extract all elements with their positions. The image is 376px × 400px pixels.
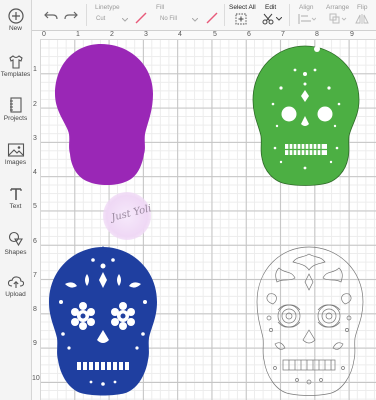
sidebar-label-new: New [8,25,22,32]
outline-skull-shape[interactable] [255,244,367,400]
chevron-down-icon[interactable] [276,17,282,21]
horizontal-ruler: 0 1 2 3 4 5 6 7 8 9 [32,31,376,40]
ruler-tick-label: 4 [178,31,182,38]
sidebar-label-upload: Upload [5,291,26,298]
linetype-value: Cut [96,16,106,22]
fill-select[interactable]: No Fill [160,14,202,24]
toolbar-separator [289,4,290,26]
shapes-icon [8,231,23,247]
ruler-tick-label: 6 [33,238,37,245]
green-skull-shape[interactable] [251,44,363,194]
ruler-tick-label: 2 [33,101,37,108]
ruler-tick-label: 8 [33,306,37,313]
linetype-select[interactable]: Cut [94,14,130,24]
sidebar-item-images[interactable]: Images [0,142,31,166]
fill-label: Fill [156,4,165,11]
blue-skull-shape[interactable] [47,244,161,400]
toolbar-separator [86,4,87,26]
cloud-upload-icon [7,276,24,288]
design-canvas[interactable]: Just Yoli [41,40,376,400]
ruler-tick-label: 0 [42,31,46,38]
edit-label: Edit [265,4,277,11]
text-T-icon [9,188,22,200]
sidebar-label-text: Text [9,203,22,210]
sidebar-item-shapes[interactable]: Shapes [0,230,31,256]
ruler-tick-label: 3 [144,31,148,38]
plus-circle-icon [7,8,24,24]
ruler-tick-label: 2 [110,31,114,38]
ruler-tick-label: 10 [32,375,40,382]
sidebar-item-upload[interactable]: Upload [0,274,31,298]
fill-value: No Fill [160,16,178,22]
ruler-tick-label: 5 [33,203,37,210]
purple-skull-shape[interactable] [49,42,159,192]
toolbar-separator [224,4,225,26]
linetype-color-swatch-icon[interactable] [135,12,147,24]
sidebar-label-projects: Projects [3,115,28,122]
tshirt-icon [8,55,23,69]
sidebar-label-shapes: Shapes [4,249,27,256]
ruler-tick-label: 8 [315,31,319,38]
fill-color-swatch-icon[interactable] [206,12,218,24]
notebook-icon [9,97,22,113]
flip-icon[interactable] [355,13,373,25]
sidebar-label-images: Images [4,159,27,166]
select-all-icon[interactable] [235,13,247,25]
linetype-label: Linetype [95,4,120,11]
ruler-tick-label: 4 [33,169,37,176]
left-sidebar: New Templates Projects Images Text Shape… [0,0,32,400]
ruler-tick-label: 1 [33,66,37,73]
select-all-label: Select All [229,4,256,11]
ruler-tick-label: 7 [33,272,37,279]
sidebar-item-text[interactable]: Text [0,186,31,210]
sidebar-item-templates[interactable]: Templates [0,54,31,78]
vertical-ruler: 1 2 3 4 5 6 7 8 9 10 [32,39,41,400]
chevron-down-icon [122,18,128,22]
ruler-tick-label: 1 [76,31,80,38]
top-toolbar: Linetype Cut Fill No Fill Select All Edi… [32,0,376,31]
sidebar-label-templates: Templates [0,71,31,78]
ruler-tick-label: 9 [33,340,37,347]
image-icon [7,143,24,157]
ruler-tick-label: 7 [281,31,285,38]
arrange-icon[interactable] [328,13,348,25]
ruler-tick-label: 5 [213,31,217,38]
ruler-tick-label: 9 [350,31,354,38]
chevron-down-icon [192,18,198,22]
ruler-tick-label: 3 [33,135,37,142]
align-icon[interactable] [298,13,316,25]
sidebar-item-projects[interactable]: Projects [0,96,31,122]
arrange-label: Arrange [326,4,350,11]
redo-icon[interactable] [64,10,78,22]
scissors-icon[interactable] [262,13,274,25]
sidebar-item-new[interactable]: New [0,8,31,32]
undo-icon[interactable] [44,10,58,22]
ruler-tick-label: 6 [247,31,251,38]
flip-label: Flip [357,4,368,11]
align-label: Align [299,4,314,11]
